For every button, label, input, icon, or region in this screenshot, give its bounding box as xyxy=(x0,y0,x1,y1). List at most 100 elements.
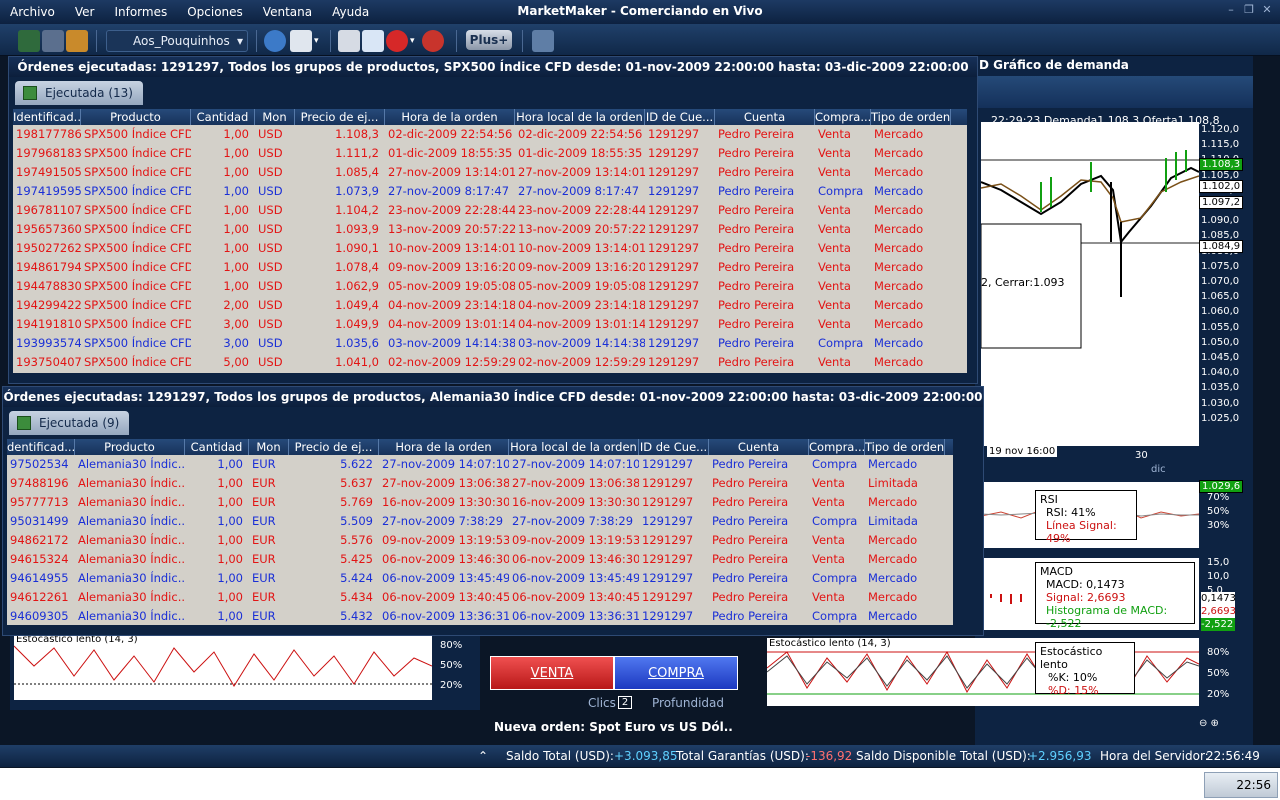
column-header[interactable]: Cantidad xyxy=(191,109,255,125)
stack-icon[interactable] xyxy=(66,30,88,52)
table-cell: 94612261 xyxy=(10,590,69,604)
table-cell: 1,00 xyxy=(223,184,249,198)
table-cell: 95031499 xyxy=(10,514,69,528)
table-row[interactable]: 193750407 SPX500 Índice CFD 5,00 USD 1.041,0… xyxy=(13,353,967,372)
macd-value: MACD: 0,1473 xyxy=(1046,578,1125,591)
column-header[interactable]: Producto xyxy=(75,439,185,455)
column-header[interactable]: Hora de la orden xyxy=(385,109,515,125)
minimize-icon[interactable]: – xyxy=(1224,3,1238,17)
column-header[interactable]: Precio de ej... xyxy=(295,109,385,125)
document-icon[interactable] xyxy=(338,30,360,52)
menu-item[interactable]: Opciones xyxy=(177,2,253,22)
column-header[interactable]: Cuenta xyxy=(715,109,815,125)
table-row[interactable]: 194299422 SPX500 Índice CFD 2,00 USD 1.049,4… xyxy=(13,296,967,315)
table-row[interactable]: 94609305 Alemania30 Índic... 1,00 EUR 5.432 0… xyxy=(7,607,953,625)
table-row[interactable]: 94862172 Alemania30 Índic... 1,00 EUR 5.576 0… xyxy=(7,531,953,550)
table-cell: EUR xyxy=(252,571,276,585)
column-header[interactable]: Producto xyxy=(81,109,191,125)
globe-icon[interactable] xyxy=(264,30,286,52)
table-cell: 5.509 xyxy=(340,514,373,528)
table-cell: 1.041,0 xyxy=(335,355,379,369)
tree-icon[interactable] xyxy=(18,30,40,52)
menu-item[interactable]: Informes xyxy=(104,2,177,22)
column-header[interactable]: Compra... xyxy=(809,439,865,455)
column-header[interactable]: Hora de la orden xyxy=(379,439,509,455)
table-cell: Venta xyxy=(818,317,851,331)
table-cell: USD xyxy=(258,127,283,141)
table-row[interactable]: 194478830 SPX500 Índice CFD 1,00 USD 1.062,9… xyxy=(13,277,967,296)
new-order-title: Nueva orden: Spot Euro vs US Dól... xyxy=(494,720,734,734)
table-cell: EUR xyxy=(252,533,276,547)
table-row[interactable]: 196781107 SPX500 Índice CFD 1,00 USD 1.104,2… xyxy=(13,201,967,220)
table-row[interactable]: 194861794 SPX500 Índice CFD 1,00 USD 1.078,4… xyxy=(13,258,967,277)
column-header[interactable]: Tipo de orden xyxy=(871,109,951,125)
table-row[interactable]: 197968183 SPX500 Índice CFD 1,00 USD 1.111,2… xyxy=(13,144,967,163)
table-cell: SPX500 Índice CFD xyxy=(84,203,191,217)
chevron-down-icon[interactable]: ▾ xyxy=(314,36,319,46)
column-header[interactable]: Cuenta xyxy=(709,439,809,455)
column-header[interactable]: Mon xyxy=(255,109,295,125)
column-header[interactable]: Identificad... xyxy=(13,109,81,125)
table-cell: 23-nov-2009 22:28:44 xyxy=(388,203,515,217)
table-row[interactable]: 197491505 SPX500 Índice CFD 1,00 USD 1.085,4… xyxy=(13,163,967,182)
buy-button[interactable]: COMPRA xyxy=(614,656,738,690)
rsi-level: 50% xyxy=(1207,506,1230,517)
table-row[interactable]: 97488196 Alemania30 Índic... 1,00 EUR 5.637 2… xyxy=(7,474,953,493)
menu-item[interactable]: Archivo xyxy=(0,2,65,22)
table-cell: 13-nov-2009 20:57:22 xyxy=(388,222,515,236)
menu-item[interactable]: Ayuda xyxy=(322,2,379,22)
restore-icon[interactable]: ❐ xyxy=(1242,3,1256,17)
lifebuoy-icon[interactable] xyxy=(422,30,444,52)
column-header[interactable]: Tipo de orden xyxy=(865,439,945,455)
column-header[interactable]: ID de Cue... xyxy=(639,439,709,455)
chevron-down-icon: ▾ xyxy=(236,34,243,48)
sell-button[interactable]: VENTA xyxy=(490,656,614,690)
table-cell: Pedro Pereira xyxy=(718,127,795,141)
menu-item[interactable]: Ver xyxy=(65,2,105,22)
table-row[interactable]: 94612261 Alemania30 Índic... 1,00 EUR 5.434 0… xyxy=(7,588,953,607)
expand-icon[interactable]: ⌃ xyxy=(478,745,488,767)
column-header[interactable]: ID de Cue... xyxy=(645,109,715,125)
rsi-signal: Línea Signal: 49% xyxy=(1046,519,1117,545)
table-row[interactable]: 94615324 Alemania30 Índic... 1,00 EUR 5.425 0… xyxy=(7,550,953,569)
column-header[interactable]: Hora local de la orden xyxy=(509,439,639,455)
ale-executed-tab[interactable]: Ejecutada (9) xyxy=(9,411,130,435)
chart-time: 22:29:23 xyxy=(991,114,1041,127)
table-cell: Mercado xyxy=(874,336,924,350)
column-header[interactable]: dentificad... xyxy=(7,439,75,455)
close-icon[interactable]: ✕ xyxy=(1260,3,1274,17)
table-cell: SPX500 Índice CFD xyxy=(84,336,191,350)
calc-icon[interactable] xyxy=(42,30,64,52)
column-header[interactable]: Hora local de la orden xyxy=(515,109,645,125)
column-header[interactable]: Mon xyxy=(249,439,289,455)
table-row[interactable]: 97502534 Alemania30 Índic... 1,00 EUR 5.622 2… xyxy=(7,455,953,474)
zoom-controls[interactable]: ⊖ ⊕ xyxy=(1199,718,1249,732)
column-header[interactable]: Compra... xyxy=(815,109,871,125)
account-select[interactable]: Aos_Pouquinhos ▾ xyxy=(106,30,248,52)
table-row[interactable]: 193993574 SPX500 Índice CFD 3,00 USD 1.035,6… xyxy=(13,334,967,353)
table-row[interactable]: 95031499 Alemania30 Índic... 1,00 EUR 5.509 2… xyxy=(7,512,953,531)
table-row[interactable]: 195027262 SPX500 Índice CFD 1,00 USD 1.090,1… xyxy=(13,239,967,258)
chevron-down-icon[interactable]: ▾ xyxy=(410,36,415,46)
table-row[interactable]: 197419595 SPX500 Índice CFD 1,00 USD 1.073,9… xyxy=(13,182,967,201)
users-icon[interactable] xyxy=(532,30,554,52)
table-row[interactable]: 194191810 SPX500 Índice CFD 3,00 USD 1.049,9… xyxy=(13,315,967,334)
plus-button[interactable]: Plus+ xyxy=(466,30,512,50)
chart-icon[interactable] xyxy=(362,30,384,52)
spx-executed-tab[interactable]: Ejecutada (13) xyxy=(15,81,143,105)
table-row[interactable]: 95777713 Alemania30 Índic... 1,00 EUR 5.769 1… xyxy=(7,493,953,512)
table-cell: 1291297 xyxy=(648,127,700,141)
table-row[interactable]: 94614955 Alemania30 Índic... 1,00 EUR 5.424 0… xyxy=(7,569,953,588)
column-header[interactable]: Precio de ej... xyxy=(289,439,379,455)
system-clock[interactable]: 22:56 xyxy=(1204,772,1278,798)
column-header[interactable]: Cantidad xyxy=(185,439,249,455)
table-row[interactable]: 198177786 SPX500 Índice CFD 1,00 USD 1.108,3… xyxy=(13,125,967,144)
menu-item[interactable]: Ventana xyxy=(253,2,322,22)
table-cell: 94862172 xyxy=(10,533,69,547)
depth-label[interactable]: Profundidad xyxy=(652,696,724,710)
clicks-count[interactable]: 2 xyxy=(618,696,632,709)
alert-icon[interactable] xyxy=(386,30,408,52)
chart-toolbar xyxy=(975,76,1253,108)
grid-icon[interactable] xyxy=(290,30,312,52)
table-row[interactable]: 195657360 SPX500 Índice CFD 1,00 USD 1.093,9… xyxy=(13,220,967,239)
